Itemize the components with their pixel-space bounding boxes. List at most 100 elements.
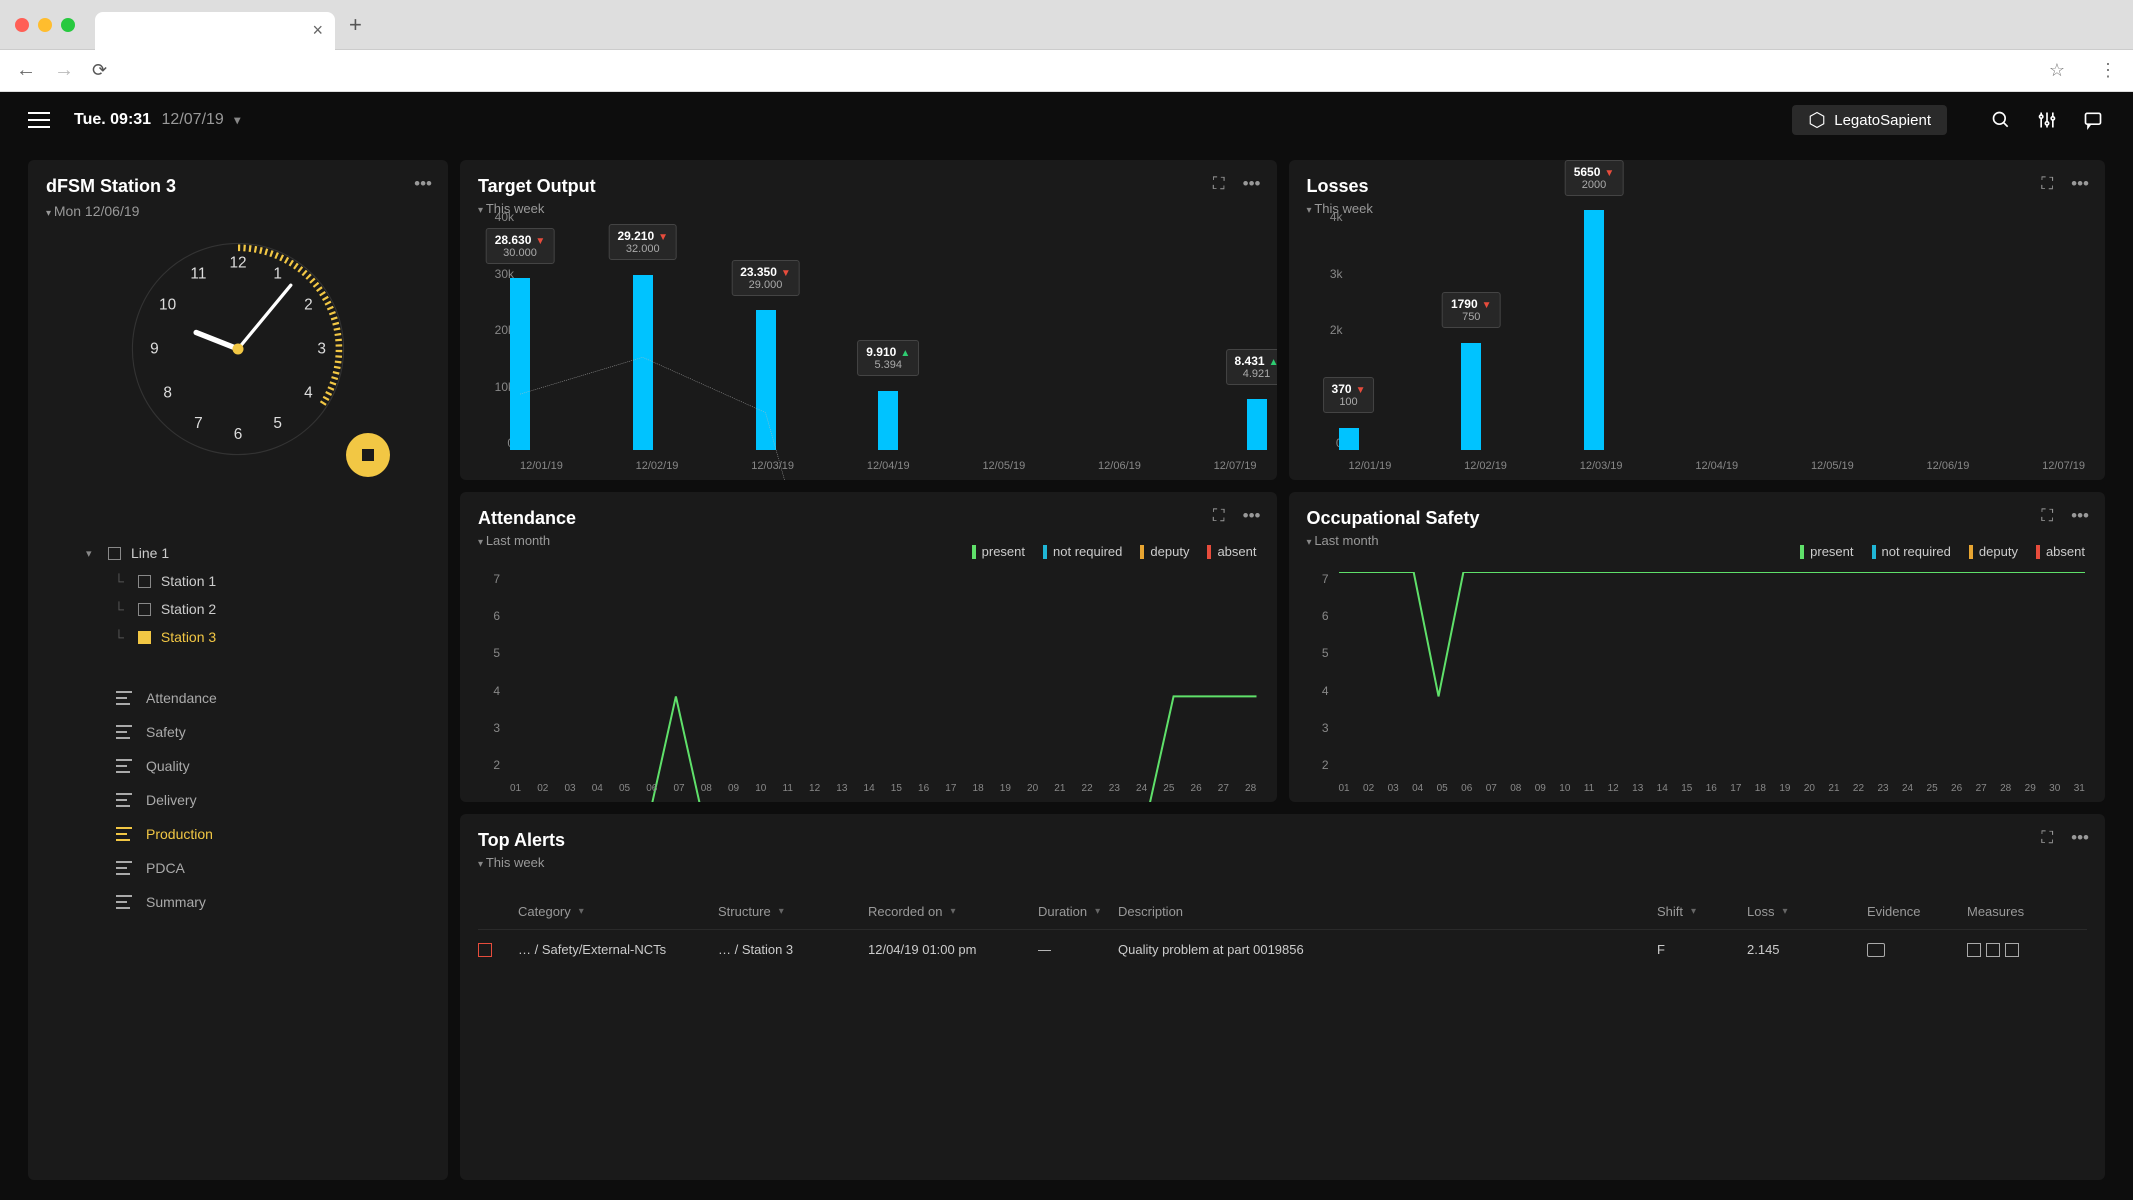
col-structure[interactable]: Structure▾ — [718, 904, 868, 919]
browser-tab-bar: × + — [0, 0, 2133, 50]
brand-logo-icon — [1808, 111, 1826, 129]
list-icon — [116, 793, 132, 807]
settings-sliders-icon[interactable] — [2035, 108, 2059, 132]
more-icon[interactable]: ••• — [1243, 174, 1261, 194]
close-window-icon[interactable] — [15, 18, 29, 32]
sort-icon: ▾ — [779, 906, 784, 917]
tree-branch-icon: └ — [114, 601, 124, 617]
tree-node-station2[interactable]: └ Station 2 — [86, 595, 430, 623]
col-duration[interactable]: Duration▾ — [1038, 904, 1118, 919]
cell-duration: — — [1038, 942, 1118, 957]
cell-shift: F — [1657, 942, 1747, 957]
image-icon[interactable] — [1867, 943, 1885, 957]
checkbox-icon[interactable] — [138, 631, 151, 644]
panel-title: Attendance — [478, 508, 1259, 529]
svg-text:5: 5 — [273, 415, 282, 432]
station-sidebar: ••• dFSM Station 3 Mon 12/06/19 — [28, 160, 448, 1180]
legend-absent: absent — [2046, 544, 2085, 559]
cell-description: Quality problem at part 0019856 — [1118, 942, 1657, 957]
table-row[interactable]: … / Safety/External-NCTs … / Station 3 1… — [478, 929, 2087, 969]
measures-icons[interactable] — [1967, 943, 2019, 957]
window-controls — [15, 18, 75, 32]
reload-icon[interactable]: ⟳ — [92, 60, 107, 81]
legend-notrequired: not required — [1053, 544, 1122, 559]
expand-icon[interactable]: ⛶ — [1213, 174, 1225, 194]
legend-absent: absent — [1217, 544, 1256, 559]
col-shift[interactable]: Shift▾ — [1657, 904, 1747, 919]
menu-item-delivery[interactable]: Delivery — [116, 783, 430, 817]
expand-icon[interactable]: ⛶ — [1213, 506, 1225, 526]
panel-losses: ⛶••• Losses This week 4k3k2k1k0 370▼1001… — [1289, 160, 2106, 480]
menu-item-pdca[interactable]: PDCA — [116, 851, 430, 885]
menu-item-production[interactable]: Production — [116, 817, 430, 851]
more-icon[interactable]: ••• — [414, 174, 432, 194]
sort-icon: ▾ — [1782, 906, 1787, 917]
expand-icon[interactable]: ⛶ — [2041, 174, 2053, 194]
menu-item-quality[interactable]: Quality — [116, 749, 430, 783]
menu-label: Attendance — [146, 690, 217, 706]
col-recorded[interactable]: Recorded on▾ — [868, 904, 1038, 919]
close-tab-icon[interactable]: × — [312, 20, 323, 41]
browser-menu-icon[interactable]: ⋮ — [2099, 60, 2117, 81]
sort-icon: ▾ — [579, 906, 584, 917]
more-icon[interactable]: ••• — [1243, 506, 1261, 526]
checkbox-icon[interactable] — [478, 943, 492, 957]
menu-label: Delivery — [146, 792, 197, 808]
expand-icon[interactable]: ⛶ — [2041, 506, 2053, 526]
tree-node-station3[interactable]: └ Station 3 — [86, 623, 430, 651]
col-description[interactable]: Description — [1118, 904, 1657, 919]
legend: present not required deputy absent — [1800, 544, 2085, 559]
header-daytime: Tue. 09:31 — [74, 111, 151, 128]
panel-safety: ⛶••• Occupational Safety Last month pres… — [1289, 492, 2106, 802]
search-icon[interactable] — [1989, 108, 2013, 132]
expand-icon[interactable]: ⛶ — [2041, 828, 2053, 848]
browser-tab[interactable]: × — [95, 12, 335, 50]
alerts-table-head: Category▾ Structure▾ Recorded on▾ Durati… — [478, 894, 2087, 929]
header-datetime[interactable]: Tue. 09:31 12/07/19 ▾ — [74, 111, 240, 129]
list-icon — [116, 759, 132, 773]
more-icon[interactable]: ••• — [2071, 506, 2089, 526]
panel-title: Occupational Safety — [1307, 508, 2088, 529]
sort-icon: ▾ — [1691, 906, 1696, 917]
col-category[interactable]: Category▾ — [518, 904, 718, 919]
back-icon[interactable]: ← — [16, 59, 36, 82]
y-axis: 765432 — [1307, 572, 1329, 772]
clock-stop-button[interactable] — [346, 433, 390, 477]
svg-text:10: 10 — [159, 296, 176, 313]
tree-label: Station 3 — [161, 629, 216, 645]
more-icon[interactable]: ••• — [2071, 174, 2089, 194]
menu-item-safety[interactable]: Safety — [116, 715, 430, 749]
station-title: dFSM Station 3 — [46, 176, 430, 197]
col-loss[interactable]: Loss▾ — [1747, 904, 1867, 919]
tree-node-line1[interactable]: ▾ Line 1 — [86, 539, 430, 567]
new-tab-icon[interactable]: + — [349, 12, 362, 38]
menu-label: PDCA — [146, 860, 185, 876]
section-menu: Attendance Safety Quality Delivery Produ… — [46, 681, 430, 919]
checkbox-icon[interactable] — [108, 547, 121, 560]
analog-clock: 1212 345 678 91011 — [46, 239, 430, 459]
sort-icon: ▾ — [950, 906, 955, 917]
checkbox-icon[interactable] — [138, 575, 151, 588]
x-axis: 0102030405060708091011121314151617181920… — [510, 783, 1257, 794]
panel-attendance: ⛶••• Attendance Last month present not r… — [460, 492, 1277, 802]
maximize-window-icon[interactable] — [61, 18, 75, 32]
panel-subtitle: This week — [478, 855, 2087, 870]
menu-item-summary[interactable]: Summary — [116, 885, 430, 919]
browser-toolbar: ← → ⟳ ☆ ⋮ — [0, 50, 2133, 92]
menu-icon[interactable] — [28, 112, 50, 128]
legend-deputy: deputy — [1979, 544, 2018, 559]
tree-node-station1[interactable]: └ Station 1 — [86, 567, 430, 595]
forward-icon[interactable]: → — [54, 59, 74, 82]
chart-safety — [1339, 572, 2086, 772]
more-icon[interactable]: ••• — [2071, 828, 2089, 848]
minimize-window-icon[interactable] — [38, 18, 52, 32]
panel-top-alerts: ⛶••• Top Alerts This week Category▾ Stru… — [460, 814, 2105, 1180]
legend-notrequired: not required — [1882, 544, 1951, 559]
col-evidence[interactable]: Evidence — [1867, 904, 1967, 919]
bookmark-icon[interactable]: ☆ — [2049, 60, 2065, 81]
svg-text:4: 4 — [304, 384, 313, 401]
menu-item-attendance[interactable]: Attendance — [116, 681, 430, 715]
chat-icon[interactable] — [2081, 108, 2105, 132]
checkbox-icon[interactable] — [138, 603, 151, 616]
col-measures[interactable]: Measures — [1967, 904, 2087, 919]
